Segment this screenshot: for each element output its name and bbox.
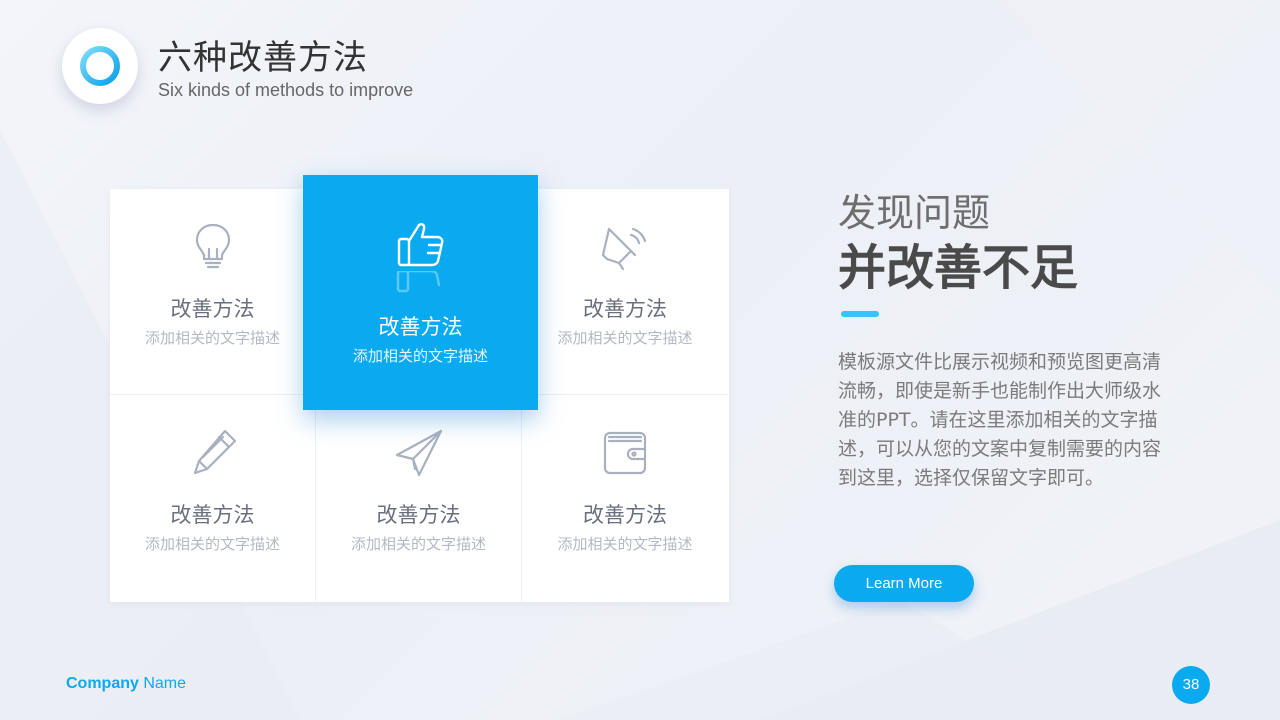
heading-bold: 并改善不足	[838, 240, 1079, 296]
company-name-rest: Name	[138, 675, 187, 692]
method-desc: 添加相关的文字描述	[144, 329, 280, 347]
method-card[interactable]: 改善方法 添加相关的文字描述	[110, 189, 316, 395]
method-label: 改善方法	[170, 503, 255, 527]
page-title: 六种改善方法	[158, 38, 368, 78]
method-desc: 添加相关的文字描述	[144, 535, 280, 553]
method-label: 改善方法	[583, 297, 667, 321]
ring-logo-icon	[80, 46, 120, 86]
method-desc: 添加相关的文字描述	[352, 347, 488, 365]
method-desc: 添加相关的文字描述	[557, 535, 693, 553]
method-label: 改善方法	[378, 315, 463, 339]
page-number-badge: 38	[1172, 666, 1210, 704]
accent-divider	[841, 311, 879, 317]
method-card[interactable]: 改善方法 添加相关的文字描述	[316, 395, 522, 601]
thumbs-up-reflection-icon	[396, 271, 441, 293]
thumbs-up-icon	[397, 223, 443, 267]
page-subtitle: Six kinds of methods to improve	[158, 80, 414, 100]
learn-more-button[interactable]: Learn More	[834, 565, 974, 602]
method-desc: 添加相关的文字描述	[350, 535, 486, 553]
method-label: 改善方法	[170, 297, 255, 321]
company-name-bold: Company	[66, 675, 139, 692]
method-card-active[interactable]: 改善方法 添加相关的文字描述	[303, 175, 538, 410]
description-text: 模板源文件比展示视频和预览图更高清流畅，即使是新手也能制作出大师级水准的PPT。…	[838, 351, 1162, 489]
pencil-icon	[193, 429, 236, 475]
method-card[interactable]: 改善方法 添加相关的文字描述	[522, 189, 728, 395]
method-card[interactable]: 改善方法 添加相关的文字描述	[522, 395, 728, 601]
method-desc: 添加相关的文字描述	[557, 329, 693, 347]
method-label: 改善方法	[583, 503, 667, 527]
paper-plane-icon	[395, 429, 442, 477]
logo-badge	[62, 28, 138, 104]
wallet-icon	[603, 431, 647, 475]
method-label: 改善方法	[376, 503, 461, 527]
megaphone-icon	[601, 227, 647, 271]
method-card[interactable]: 改善方法 添加相关的文字描述	[110, 395, 316, 601]
company-name: Company Name	[66, 675, 186, 693]
lightbulb-icon	[195, 223, 230, 269]
